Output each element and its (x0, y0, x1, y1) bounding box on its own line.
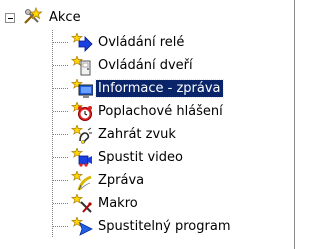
sound-icon (71, 124, 93, 145)
relay-arrow-icon (71, 32, 93, 53)
tree-item-label: Zpráva (98, 173, 145, 188)
tree-root-akce[interactable]: Akce (22, 6, 83, 28)
tree-item-label: Spustit video (98, 150, 183, 165)
tree-item-info-message[interactable]: Informace - zpráva (53, 78, 224, 99)
tree-view[interactable]: Akce Ovládání relé Ovládání dveří Inform… (0, 0, 295, 249)
tree-item-start-video[interactable]: Spustit video (53, 147, 185, 168)
tree-item-message[interactable]: Zpráva (53, 170, 146, 191)
collapse-expander-icon[interactable] (5, 13, 15, 23)
door-icon (71, 55, 93, 76)
info-monitor-icon (71, 78, 93, 99)
message-pen-icon (71, 170, 93, 191)
tree-item-label: Ovládání dveří (98, 58, 193, 73)
tree-item-label: Spustitelný program (98, 219, 231, 234)
program-arrow-icon (71, 216, 93, 237)
video-icon (71, 147, 93, 168)
tree-item-door[interactable]: Ovládání dveří (53, 55, 195, 76)
tree-item-alarm[interactable]: Poplachové hlášení (53, 101, 225, 122)
alarm-clock-icon (71, 101, 93, 122)
tree-item-executable-program[interactable]: Spustitelný program (53, 216, 233, 237)
tree-item-label: Makro (98, 196, 138, 211)
tree-root-label: Akce (49, 9, 81, 25)
tree-item-label: Poplachové hlášení (98, 104, 223, 119)
tree-item-macro[interactable]: Makro (53, 193, 140, 214)
star-tools-icon (22, 7, 44, 27)
macro-tools-icon (71, 193, 93, 214)
tree-item-label: Zahrát zvuk (98, 127, 176, 142)
tree-item-label: Ovládání relé (98, 35, 185, 50)
tree-item-label-selected: Informace - zpráva (95, 79, 224, 98)
tree-item-relay[interactable]: Ovládání relé (53, 32, 186, 53)
tree-item-play-sound[interactable]: Zahrát zvuk (53, 124, 178, 145)
